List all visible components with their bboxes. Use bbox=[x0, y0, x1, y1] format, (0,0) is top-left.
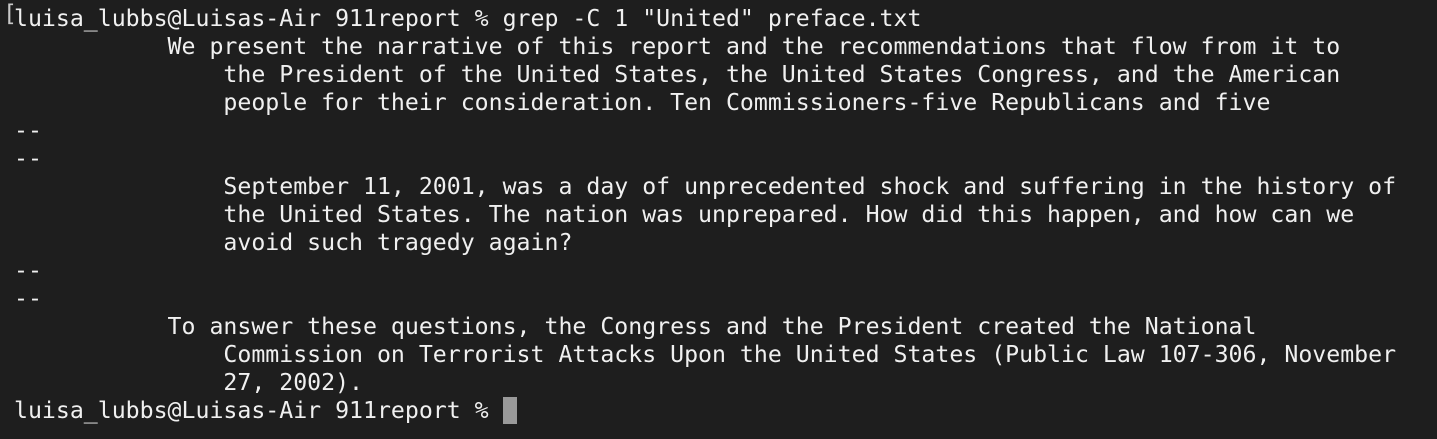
output-line: We present the narrative of this report … bbox=[14, 33, 1341, 60]
separator-line: -- bbox=[14, 285, 42, 312]
output-line: avoid such tragedy again? bbox=[14, 229, 573, 256]
output-line: 27, 2002). bbox=[14, 369, 364, 396]
output-line: the President of the United States, the … bbox=[14, 61, 1341, 88]
separator-line: -- bbox=[14, 145, 42, 172]
separator-line: -- bbox=[14, 257, 42, 284]
terminal-window[interactable]: [ luisa_lubbs@Luisas-Air 911report % gre… bbox=[0, 0, 1437, 439]
terminal-command-line: luisa_lubbs@Luisas-Air 911report % grep … bbox=[14, 5, 922, 32]
output-line: the United States. The nation was unprep… bbox=[14, 201, 1355, 228]
text-cursor bbox=[503, 397, 517, 424]
separator-line: -- bbox=[14, 117, 42, 144]
output-line: To answer these questions, the Congress … bbox=[14, 313, 1257, 340]
output-line: people for their consideration. Ten Comm… bbox=[14, 89, 1271, 116]
terminal-prompt-line[interactable]: luisa_lubbs@Luisas-Air 911report % bbox=[14, 397, 503, 425]
output-line: September 11, 2001, was a day of unprece… bbox=[14, 173, 1397, 200]
output-line: Commission on Terrorist Attacks Upon the… bbox=[14, 341, 1397, 368]
top-divider bbox=[0, 0, 1437, 2]
